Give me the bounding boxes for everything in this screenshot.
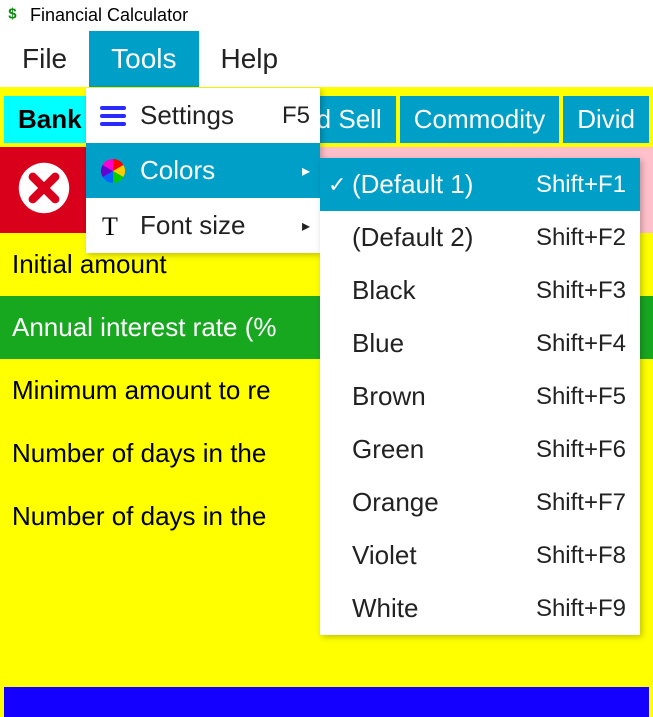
color-option-default-2[interactable]: (Default 2) Shift+F2 [320, 211, 640, 264]
menu-item-label: Colors [140, 155, 215, 186]
color-option-shortcut: Shift+F1 [536, 171, 626, 199]
color-option-label: Blue [352, 328, 404, 359]
color-option-label: Black [352, 275, 416, 306]
hamburger-icon [96, 101, 130, 131]
chevron-right-icon: ▸ [302, 216, 310, 236]
color-option-shortcut: Shift+F4 [536, 330, 626, 358]
menu-bar: File Tools Help [0, 31, 653, 87]
close-icon [16, 160, 72, 221]
tab-bank[interactable]: Bank [4, 96, 96, 143]
color-option-shortcut: Shift+F5 [536, 383, 626, 411]
window-title: Financial Calculator [30, 5, 188, 26]
color-option-label: White [352, 593, 418, 624]
menu-help[interactable]: Help [199, 31, 301, 87]
color-option-label: Orange [352, 487, 439, 518]
colors-submenu: ✓ (Default 1) Shift+F1 (Default 2) Shift… [320, 158, 640, 635]
menu-file[interactable]: File [0, 31, 89, 87]
chevron-right-icon: ▸ [302, 161, 310, 181]
color-option-shortcut: Shift+F2 [536, 224, 626, 252]
tab-dividend[interactable]: Divid [563, 96, 649, 143]
menu-item-label: Settings [140, 100, 234, 131]
title-bar: $ Financial Calculator [0, 0, 653, 31]
color-option-label: Brown [352, 381, 426, 412]
app-icon: $ [6, 4, 24, 27]
svg-text:T: T [102, 212, 118, 241]
color-option-shortcut: Shift+F7 [536, 489, 626, 517]
menu-item-label: Font size [140, 210, 246, 241]
color-option-violet[interactable]: Violet Shift+F8 [320, 529, 640, 582]
tools-dropdown: Settings F5 Colors ▸ T Font size ▸ [86, 88, 320, 253]
color-option-shortcut: Shift+F9 [536, 595, 626, 623]
color-option-label: Green [352, 434, 424, 465]
color-option-blue[interactable]: Blue Shift+F4 [320, 317, 640, 370]
svg-text:$: $ [8, 5, 17, 22]
color-option-label: Violet [352, 540, 417, 571]
color-option-orange[interactable]: Orange Shift+F7 [320, 476, 640, 529]
font-icon: T [96, 211, 130, 241]
menu-item-settings[interactable]: Settings F5 [86, 88, 320, 143]
close-button[interactable] [0, 147, 88, 233]
menu-item-font-size[interactable]: T Font size ▸ [86, 198, 320, 253]
menu-item-colors[interactable]: Colors ▸ [86, 143, 320, 198]
menu-tools[interactable]: Tools [89, 31, 198, 87]
menu-item-shortcut: F5 [282, 102, 310, 130]
tab-commodity[interactable]: Commodity [400, 96, 559, 143]
color-option-default-1[interactable]: ✓ (Default 1) Shift+F1 [320, 158, 640, 211]
check-icon: ✓ [328, 172, 346, 198]
color-option-shortcut: Shift+F6 [536, 436, 626, 464]
color-option-white[interactable]: White Shift+F9 [320, 582, 640, 635]
color-option-label: (Default 1) [352, 169, 473, 200]
color-option-brown[interactable]: Brown Shift+F5 [320, 370, 640, 423]
color-option-shortcut: Shift+F3 [536, 277, 626, 305]
color-option-shortcut: Shift+F8 [536, 542, 626, 570]
color-option-green[interactable]: Green Shift+F6 [320, 423, 640, 476]
color-option-label: (Default 2) [352, 222, 473, 253]
colorwheel-icon [96, 156, 130, 186]
color-option-black[interactable]: Black Shift+F3 [320, 264, 640, 317]
